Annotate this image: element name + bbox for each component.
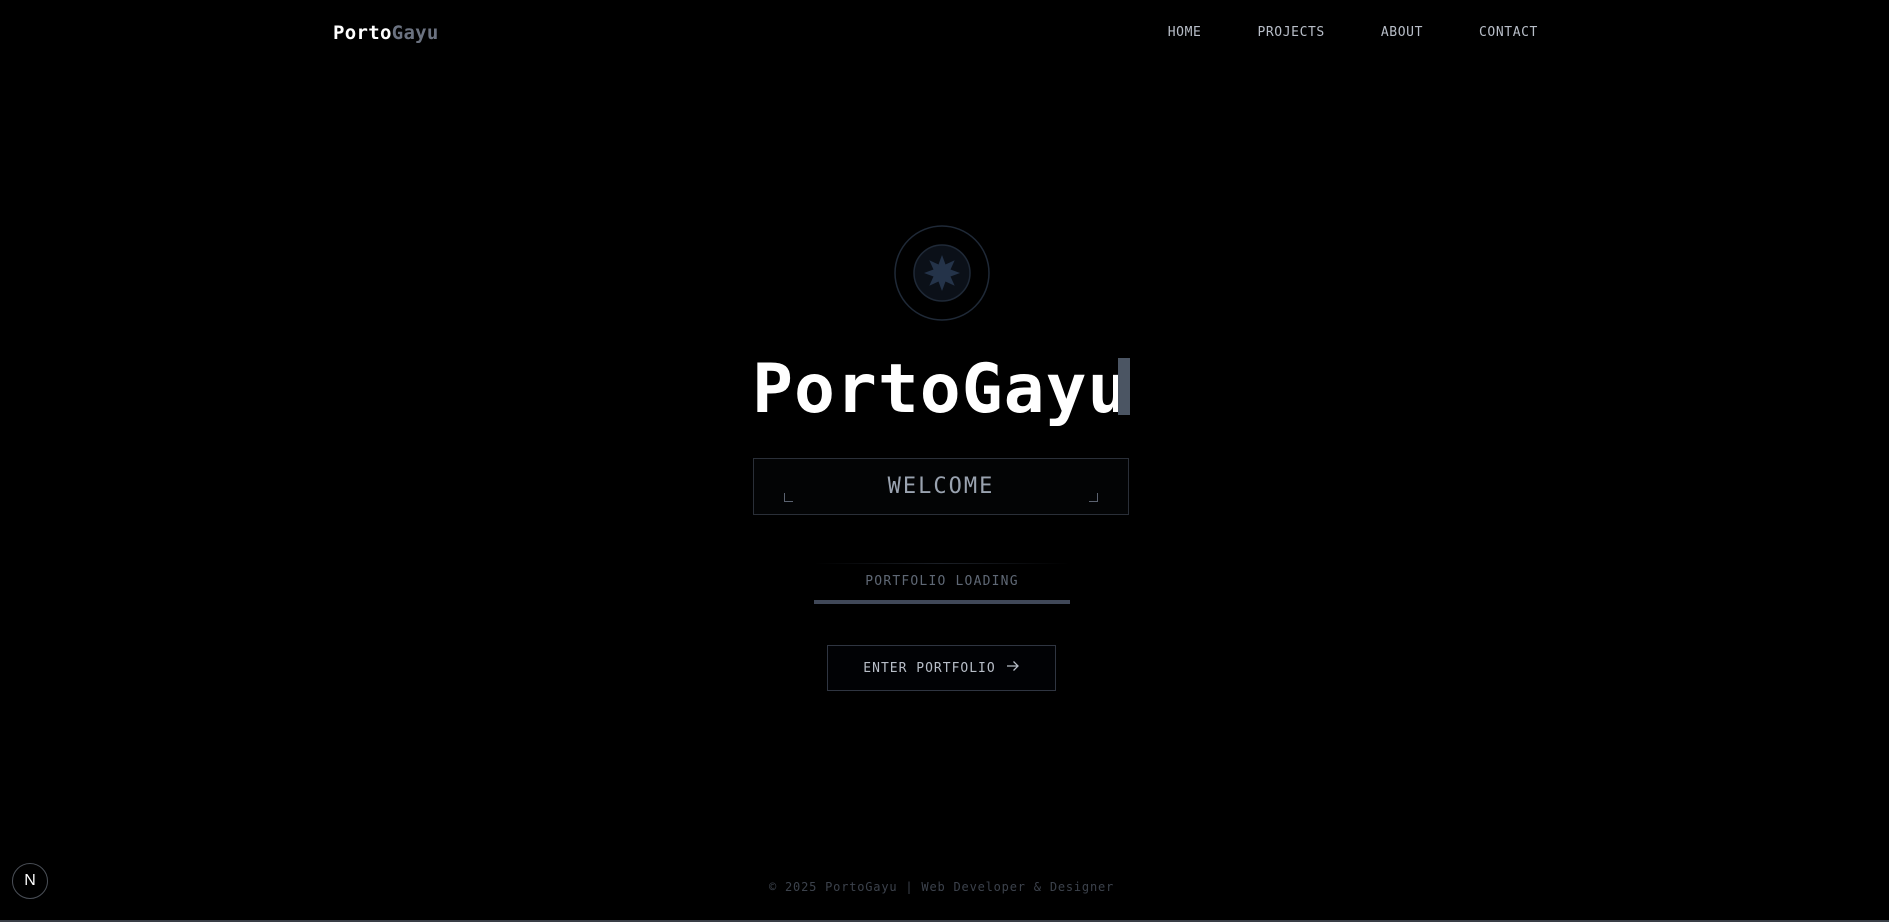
corner-bracket-icon — [1089, 493, 1098, 502]
welcome-text: WELCOME — [887, 474, 995, 499]
nav-projects-link[interactable]: PROJECTS — [1257, 25, 1324, 40]
main-nav: HOME PROJECTS ABOUT CONTACT — [1168, 25, 1538, 40]
footer-text: © 2025 PortoGayu | Web Developer & Desig… — [768, 880, 1115, 894]
nav-contact-link[interactable]: CONTACT — [1479, 25, 1538, 40]
welcome-box: WELCOME — [753, 458, 1129, 515]
typing-cursor — [1118, 358, 1130, 415]
badge-label: N — [24, 872, 36, 889]
nav-home-link[interactable]: HOME — [1168, 25, 1202, 40]
loading-divider — [814, 563, 1070, 564]
logo-text-primary: Porto — [333, 22, 392, 44]
site-logo[interactable]: PortoGayu — [333, 22, 439, 44]
nav-about-link[interactable]: ABOUT — [1381, 25, 1423, 40]
hero-title: PortoGayu — [752, 350, 1130, 429]
logo-text-secondary: Gayu — [391, 22, 439, 44]
loading-label: PORTFOLIO LOADING — [865, 574, 1019, 589]
loading-progress-bar — [814, 600, 1070, 604]
starburst-emblem-icon — [894, 225, 990, 321]
corner-bracket-icon — [784, 493, 793, 502]
loading-progress-fill — [814, 600, 1070, 604]
page: PortoGayu HOME PROJECTS ABOUT CONTACT Po… — [0, 0, 1889, 922]
nextjs-badge-icon[interactable]: N — [12, 863, 48, 899]
enter-portfolio-label: ENTER PORTFOLIO — [863, 660, 996, 676]
arrow-right-icon — [1006, 660, 1020, 676]
enter-portfolio-button[interactable]: ENTER PORTFOLIO — [827, 645, 1056, 691]
